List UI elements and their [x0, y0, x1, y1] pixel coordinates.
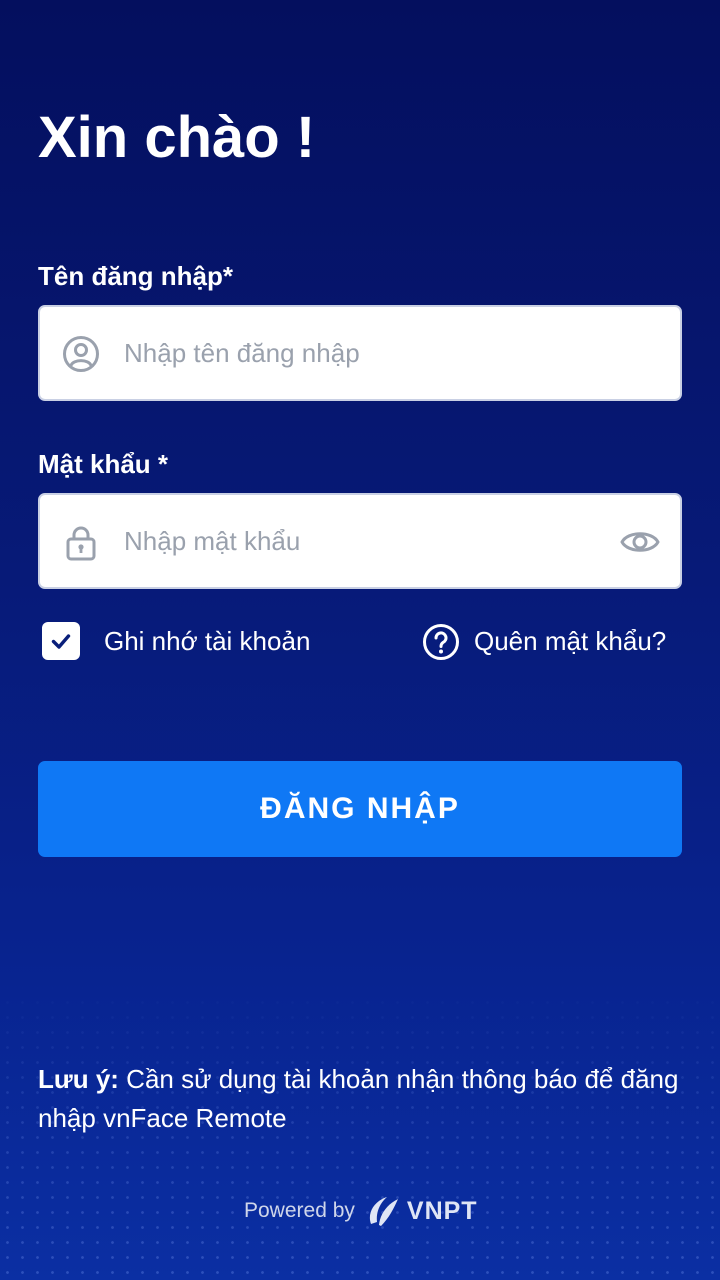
lock-icon	[66, 526, 96, 561]
checkmark-icon	[51, 634, 71, 649]
eye-icon[interactable]	[620, 524, 660, 560]
powered-by-label: Powered by	[244, 1199, 355, 1222]
note-prefix: Lưu ý:	[38, 1064, 119, 1094]
username-input[interactable]	[124, 307, 604, 399]
user-circle-icon	[63, 336, 99, 372]
forgot-password-link[interactable]: Quên mật khẩu?	[474, 624, 666, 658]
password-label: Mật khẩu *	[38, 449, 169, 479]
question-circle-icon[interactable]	[422, 623, 460, 661]
vnpt-logo-icon	[369, 1197, 398, 1226]
remember-checkbox[interactable]	[42, 622, 80, 660]
vnpt-brand-text: VNPT	[406, 1196, 478, 1225]
username-field[interactable]	[38, 305, 682, 401]
login-note: Lưu ý: Cần sử dụng tài khoản nhận thông …	[38, 1060, 682, 1138]
login-screen: Xin chào ! Tên đăng nhập* Mật khẩu * Ghi…	[0, 0, 720, 1280]
powered-by-footer: Powered by VNPT	[244, 1192, 478, 1230]
greeting-title: Xin chào !	[38, 105, 316, 170]
note-text: Cần sử dụng tài khoản nhận thông báo để …	[38, 1064, 679, 1133]
password-input[interactable]	[124, 495, 604, 587]
username-label: Tên đăng nhập*	[38, 261, 233, 291]
password-field[interactable]	[38, 493, 682, 589]
remember-label[interactable]: Ghi nhớ tài khoản	[104, 624, 310, 658]
login-button[interactable]: ĐĂNG NHẬP	[38, 761, 682, 857]
